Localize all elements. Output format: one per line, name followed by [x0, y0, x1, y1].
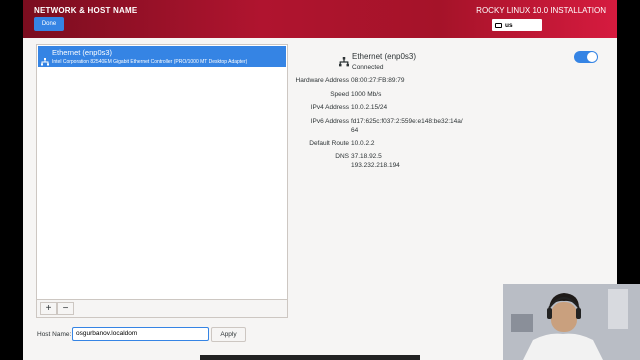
device-description: Intel Corporation 82540EM Gigabit Ethern…	[52, 59, 248, 65]
network-wired-icon	[41, 53, 49, 71]
device-detail-name: Ethernet (enp0s3)	[352, 52, 417, 61]
ipv6-label: IPv6 Address	[310, 118, 349, 125]
device-list-toolbar: + −	[37, 299, 287, 317]
network-wired-icon	[339, 54, 349, 72]
ipv4-label: IPv4 Address	[310, 104, 349, 111]
speed-value: 1000 Mb/s	[351, 91, 382, 98]
done-button[interactable]: Done	[34, 17, 64, 31]
apply-button[interactable]: Apply	[211, 327, 246, 342]
speed-label: Speed	[330, 91, 349, 98]
ipv4-value: 10.0.2.15/24	[351, 104, 388, 111]
device-list: Ethernet (enp0s3) Intel Corporation 8254…	[36, 44, 288, 318]
hardware-address-label: Hardware Address	[295, 77, 349, 84]
keyboard-icon	[495, 22, 502, 28]
device-name: Ethernet (enp0s3)	[52, 48, 113, 57]
toggle-knob	[587, 52, 597, 62]
webcam-person-image	[503, 284, 640, 360]
device-list-item[interactable]: Ethernet (enp0s3) Intel Corporation 8254…	[38, 46, 286, 67]
dns-value-line1: 37.18.92.5	[351, 153, 382, 160]
hardware-address-value: 08:00:27:FB:89:79	[351, 77, 405, 84]
hostname-label: Host Name:	[37, 331, 72, 338]
ipv6-value-line2: 64	[351, 127, 359, 134]
webcam-overlay	[503, 284, 640, 360]
connection-status: Connected	[352, 64, 384, 71]
page-title: NETWORK & HOST NAME	[34, 6, 138, 15]
installation-title: ROCKY LINUX 10.0 INSTALLATION	[476, 6, 606, 15]
add-device-button[interactable]: +	[40, 302, 57, 315]
screen-bottom-bar	[200, 355, 420, 360]
header-bar: NETWORK & HOST NAME Done ROCKY LINUX 10.…	[23, 0, 617, 38]
remove-device-button[interactable]: −	[57, 302, 74, 315]
dns-value-line2: 193.232.218.194	[351, 162, 400, 169]
hostname-input[interactable]: osgurbanov.localdom	[72, 327, 209, 341]
default-route-value: 10.0.2.2	[351, 140, 375, 147]
default-route-label: Default Route	[309, 140, 349, 147]
dns-label: DNS	[335, 153, 349, 160]
ipv6-value-line1: fd17:625c:f037:2:559e:e148:be32:14a/	[351, 118, 463, 125]
keyboard-layout-indicator[interactable]: us	[492, 19, 542, 31]
keyboard-layout-label: us	[505, 21, 513, 29]
connection-toggle[interactable]	[574, 51, 598, 63]
